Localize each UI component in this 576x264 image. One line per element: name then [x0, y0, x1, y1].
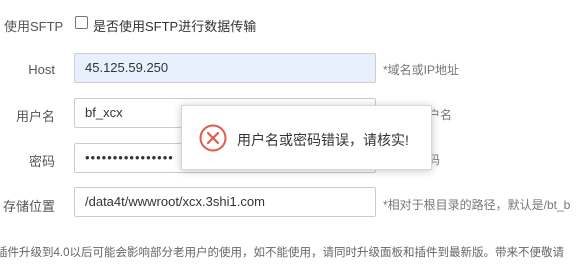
username-label: 用户名 — [15, 109, 55, 124]
storage-label: 存储位置 — [2, 199, 55, 214]
storage-hint: *相对于根目录的路径，默认是/bt_b — [383, 198, 571, 212]
password-label: 密码 — [28, 154, 55, 169]
error-circle-x-icon — [199, 124, 227, 152]
host-hint: *域名或IP地址 — [383, 63, 460, 77]
upgrade-notice: 插件升级到4.0以后可能会影响部分老用户的使用，如不能使用，请同时升级面板和插件… — [0, 247, 564, 259]
sftp-checkbox[interactable] — [75, 16, 88, 29]
storage-input[interactable]: /data4t/wwwroot/xcx.3shi1.com — [74, 187, 376, 217]
error-toast-message: 用户名或密码错误，请核实! — [237, 132, 409, 148]
host-label: Host — [28, 62, 55, 77]
sftp-label: 使用SFTP — [4, 19, 64, 34]
sftp-checkbox-label[interactable]: 是否使用SFTP进行数据传输 — [93, 16, 256, 35]
host-input[interactable]: 45.125.59.250 — [74, 53, 376, 83]
error-toast: 用户名或密码错误，请核实! — [181, 105, 432, 170]
